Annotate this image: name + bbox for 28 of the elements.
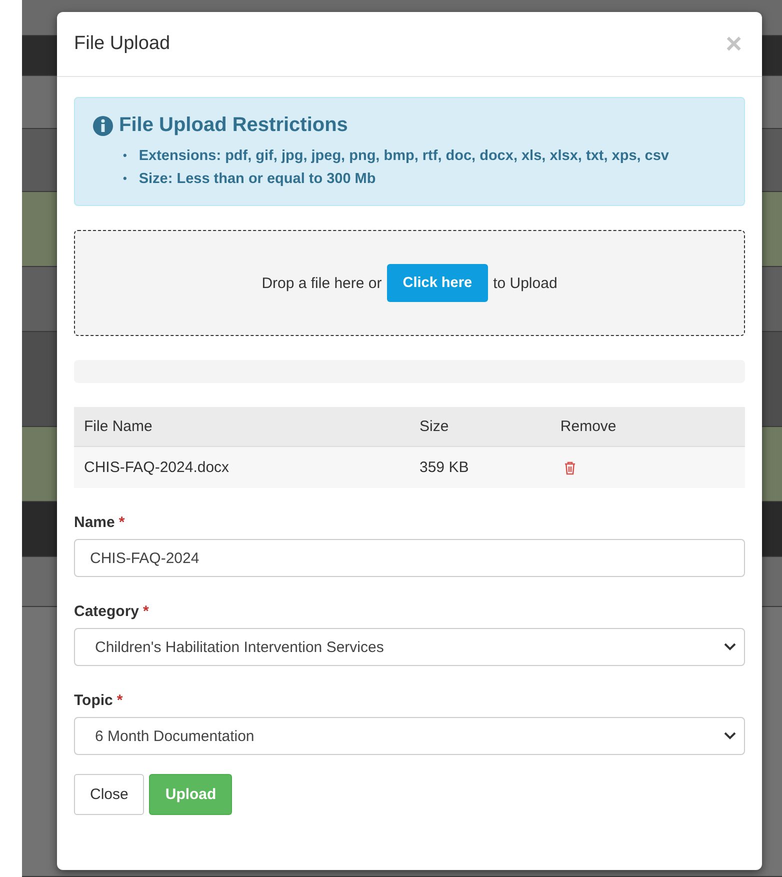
bullet: • <box>123 149 127 164</box>
field-label: Category <box>74 603 140 620</box>
field-label: Topic <box>74 692 113 710</box>
column-header: Remove <box>550 407 745 447</box>
restriction-item: Extensions: pdf, gif, jpg, jpeg, png, bmp, rtf, doc, docx, xls, xlsx, txt, xps, csv <box>138 147 670 166</box>
drop-text: Drop a file here or <box>262 274 382 292</box>
trash-icon[interactable] <box>564 460 576 475</box>
select-field[interactable]: 6 Month Documentation <box>74 717 745 756</box>
alert-title: File Upload Restrictions <box>119 114 348 137</box>
name-input-field[interactable]: CHIS-FAQ-2024 <box>74 539 745 578</box>
required-mark: * <box>143 603 149 620</box>
close-button[interactable]: Close <box>74 774 144 816</box>
required-mark: * <box>116 692 123 710</box>
field-label: Name <box>74 514 115 532</box>
chevron-down-icon <box>724 732 736 740</box>
drop-zone[interactable]: Drop a file here or Click here to Upload <box>74 230 745 336</box>
table-cell: CHIS-FAQ-2024.docx <box>74 446 410 488</box>
drop-text: to Upload <box>493 274 558 292</box>
restriction-item: Size: Less than or equal to 300 Mb <box>138 170 376 190</box>
column-header: File Name <box>74 407 410 447</box>
required-mark: * <box>118 514 125 532</box>
bullet: • <box>123 172 127 188</box>
select-field[interactable]: Children's Habilitation Intervention Services <box>74 628 745 666</box>
dialog-title: File Upload <box>74 33 170 55</box>
info-icon <box>93 116 113 136</box>
chevron-down-icon <box>724 643 736 652</box>
table-cell: 359 KB <box>410 446 550 488</box>
column-header: Size <box>410 407 550 447</box>
